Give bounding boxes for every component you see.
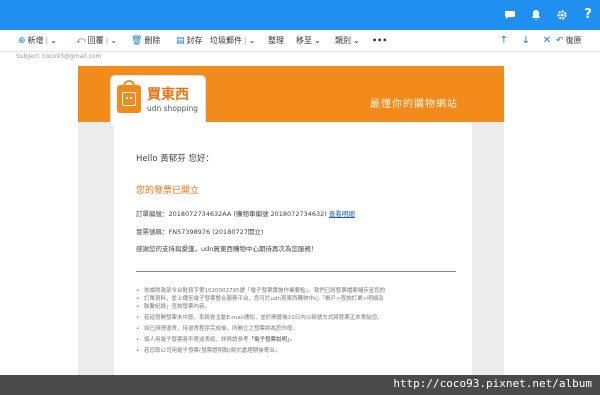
delete-button[interactable]: 🗑 刪除	[131, 30, 160, 52]
invoice-info-link[interactable]: 「電子發票說明」。	[249, 337, 296, 343]
junk-button[interactable]: 垃圾郵件 | ⌄	[210, 30, 255, 52]
list-item: 若延發開發票未中獎，系統會主動E-mail通知，並於開獎後10日內以掛號方式將發…	[136, 314, 466, 322]
arrow-up-icon[interactable]: ↑	[497, 30, 511, 52]
order-number-line: 訂單編號：2018072734632AA (購物車編號 201807273463…	[136, 210, 355, 218]
undo-icon: ↶	[556, 36, 564, 46]
more-button[interactable]: •••	[372, 30, 387, 52]
list-item: 訂單資料，並上傳至電子發票整合服務平台，您可於udn買東西購物中心「帳戶>查詢訂…	[136, 295, 466, 303]
list-item: 聯繫紀錄」查詢發票內容。	[136, 303, 466, 311]
chevron-down-icon[interactable]: ⌄	[249, 36, 256, 45]
new-button[interactable]: ⊕ 新增 | ⌄	[18, 30, 57, 52]
chevron-down-icon: ⌄	[314, 36, 321, 45]
list-item: 若您取公司用電子發票(發票證明聯)將於處理期後寄出。	[136, 347, 466, 355]
greeting: Hello 黃郁芬 您好：	[136, 154, 214, 164]
invoice-number-line: 發票號碼：FN57398976 (20180727開立)	[136, 228, 264, 236]
archive-button[interactable]: ▤ 封存	[176, 30, 203, 52]
undo-button[interactable]: ↶ 復原	[556, 30, 582, 52]
list-item: 如已辦理退貨，待退貨程序完成後，所開立之發票將為您作廢。	[136, 325, 466, 333]
notes-list: 依據財政部令台財資字第1020002795號「電子發票實施作業要點」，我們已將發…	[136, 287, 466, 358]
mail-toolbar: ⊕ 新增 | ⌄ ⤺ 回覆 | ⌄ 🗑 刪除 ▤ 封存 垃圾郵件 | ⌄ 整理 移至 ⌄ 類別 ⌄ ••…	[0, 30, 600, 52]
list-item: 個人用電子發票將不寄送表紙，詳情請參考「電子發票說明」。	[136, 336, 466, 344]
brand-slogan: 最懂你的購物網站	[370, 99, 458, 110]
chat-icon[interactable]	[498, 0, 522, 30]
watermark: http://coco93.pixnet.net/album	[393, 377, 592, 390]
plus-icon: ⊕	[18, 36, 26, 46]
order-details-link[interactable]: 查看明細	[329, 210, 355, 218]
brand-logo[interactable]: 買東西 udn shopping	[110, 75, 206, 127]
brand-subname: udn shopping	[147, 104, 199, 113]
chevron-down-icon[interactable]: ⌄	[50, 36, 57, 45]
chevron-down-icon: ⌄	[353, 36, 360, 45]
divider	[136, 271, 456, 272]
shopping-bag-icon	[117, 80, 141, 113]
trash-icon: 🗑	[131, 36, 143, 46]
thanks-line: 感謝您的支持與愛護，udn買東西購物中心期待再次為您服務！	[136, 245, 318, 253]
email-heading: 您的發票已開立	[136, 186, 200, 196]
help-icon[interactable]: ?	[576, 0, 600, 30]
reply-icon: ⤺	[76, 36, 86, 46]
top-app-bar: ?	[0, 0, 600, 30]
archive-icon: ▤	[176, 36, 185, 46]
arrow-down-icon[interactable]: ↓	[519, 30, 533, 52]
list-item: 依據財政部令台財資字第1020002795號「電子發票實施作業要點」，我們已將發…	[136, 287, 466, 295]
category-button[interactable]: 類別 ⌄	[335, 30, 360, 52]
email-address-line: Subject: coco93@gmail.com	[16, 53, 102, 60]
gear-icon[interactable]	[550, 0, 574, 30]
brand-name: 買東西	[147, 87, 189, 103]
sweep-button[interactable]: 整理	[268, 30, 284, 52]
close-icon[interactable]: ✕	[540, 30, 554, 52]
reply-button[interactable]: ⤺ 回覆 | ⌄	[76, 30, 117, 52]
chevron-down-icon[interactable]: ⌄	[110, 36, 117, 45]
bell-icon[interactable]	[524, 0, 548, 30]
move-to-button[interactable]: 移至 ⌄	[296, 30, 321, 52]
